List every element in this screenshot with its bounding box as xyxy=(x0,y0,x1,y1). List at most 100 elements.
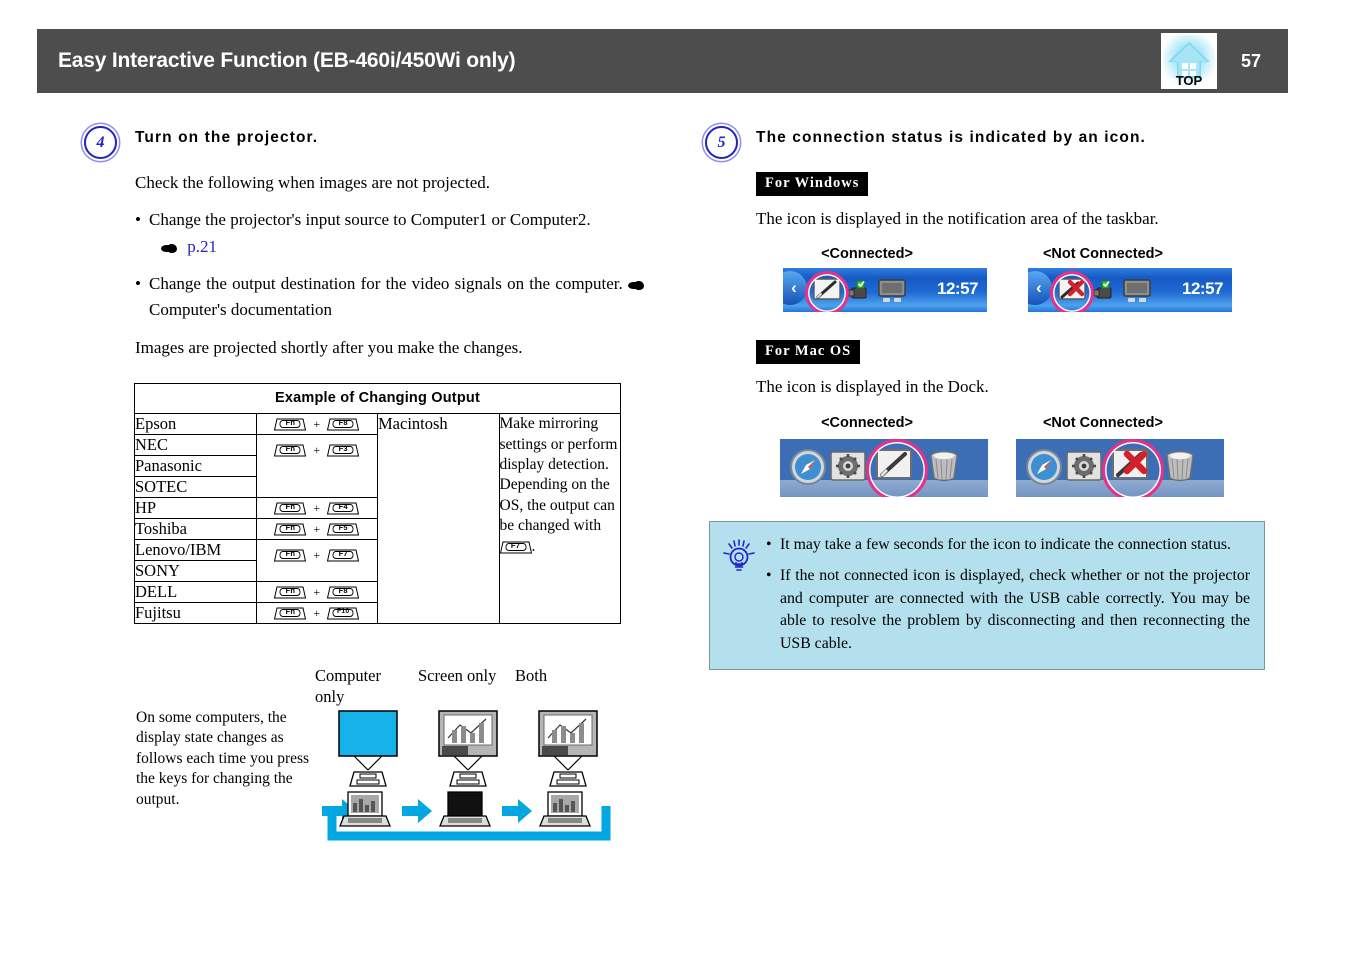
dock-not-connected xyxy=(1016,438,1224,497)
lightbulb-icon xyxy=(723,539,755,571)
keycap-fn: Fn xyxy=(274,522,307,537)
output-change-table: Example of Changing Output Epson Fn + F8… xyxy=(134,383,621,625)
bullet-text: Change the output destination for the vi… xyxy=(149,274,623,294)
diagram-graphic xyxy=(322,710,611,841)
tip-body: • It may take a few seconds for the icon… xyxy=(766,534,1250,655)
caption-not-connected: <Not Connected> xyxy=(1042,414,1164,431)
brand-cell: Panasonic xyxy=(134,455,257,478)
chevron-left-icon[interactable]: ‹ xyxy=(783,271,807,306)
tip-icon-wrap xyxy=(720,534,766,655)
bullet-dot: • xyxy=(135,274,141,294)
trash-icon[interactable] xyxy=(926,447,962,487)
keys-cell: Fn + F5 xyxy=(255,518,378,541)
keycap-fn: Fn xyxy=(274,606,307,621)
top-button[interactable]: TOP xyxy=(1160,33,1217,89)
diagram-note: On some computers, the display state cha… xyxy=(136,709,310,808)
tip-item-text: If the not connected icon is displayed, … xyxy=(780,567,1250,652)
keycap-label: Fn xyxy=(285,502,296,512)
system-preferences-icon[interactable] xyxy=(1064,447,1104,487)
step-4: 4 Turn on the projector. xyxy=(84,125,644,159)
keycap-fn: Fn xyxy=(274,548,307,563)
bullet-text: Change the projector's input source to C… xyxy=(149,210,591,230)
keycap-fn: Fn xyxy=(274,417,307,432)
bullet-dot: • xyxy=(766,567,772,585)
plus-sign: + xyxy=(313,521,321,536)
page-title: Easy Interactive Function (EB-460i/450Wi… xyxy=(58,49,516,72)
keycap-fn: Fn xyxy=(274,585,307,600)
step-5: 5 The connection status is indicated by … xyxy=(705,125,1275,159)
brand-cell: SOTEC xyxy=(134,476,257,499)
diagram-label-screen-only: Screen only xyxy=(418,666,497,685)
display-state-diagram: Computer only Screen only Both On some c… xyxy=(130,660,630,845)
keycap-label: F8 xyxy=(338,418,348,428)
keycap-fkey: F5 xyxy=(327,522,360,537)
brand-cell: Epson xyxy=(134,413,257,436)
highlight-ring xyxy=(1102,438,1164,497)
header-right-group: TOP 57 xyxy=(1160,33,1288,89)
keycap-fkey: F7 xyxy=(327,548,360,563)
brand-cell: SONY xyxy=(134,560,257,583)
os-tag-windows: For Windows xyxy=(756,172,869,196)
keycap-label: F8 xyxy=(338,586,348,596)
keycap-label: F10 xyxy=(336,608,350,616)
page-link[interactable]: p.21 xyxy=(187,237,217,256)
keycap-fkey: F8 xyxy=(327,585,360,600)
brand-cell: Lenovo/IBM xyxy=(134,539,257,562)
brand-cell: Toshiba xyxy=(134,518,257,541)
safari-icon[interactable] xyxy=(788,447,828,487)
pointer-icon xyxy=(628,281,644,291)
caption-not-connected: <Not Connected> xyxy=(1042,246,1164,263)
top-button-label: TOP xyxy=(1175,73,1203,88)
diagram-label-both: Both xyxy=(515,666,548,685)
keys-cell: Fn + F4 xyxy=(255,497,378,520)
state-computer-only xyxy=(338,710,398,827)
bullet-reference: Computer's documentation xyxy=(149,300,332,320)
highlight-ring xyxy=(866,438,928,497)
left-column: 4 Turn on the projector. Check the follo… xyxy=(84,125,644,625)
monitor-icon[interactable] xyxy=(1122,278,1152,304)
keys-cell: Fn + F10 xyxy=(255,602,378,625)
plus-sign: + xyxy=(313,605,321,620)
page-number: 57 xyxy=(1240,50,1261,71)
bullet-dot: • xyxy=(766,536,772,553)
caption-connected: <Connected> xyxy=(821,246,913,263)
page-header: Easy Interactive Function (EB-460i/450Wi… xyxy=(37,29,1288,93)
plus-sign: + xyxy=(313,500,321,515)
windows-taskbar-row: ‹ 12:57 ‹ 12:57 xyxy=(730,268,1275,313)
keycap-fn: Fn xyxy=(274,501,307,516)
macos-dock-row xyxy=(730,438,1275,497)
keycap-fkey: F4 xyxy=(327,501,360,516)
step-number-badge: 5 xyxy=(705,126,738,159)
table-row: Epson Fn + F8 Macintosh Make mirroring s… xyxy=(134,413,621,625)
os-tag-macos: For Mac OS xyxy=(756,340,861,365)
brand-cell: Fujitsu xyxy=(134,602,257,625)
step-number-badge: 4 xyxy=(84,126,117,159)
highlight-ring xyxy=(1050,271,1094,313)
keycap-label: Fn xyxy=(285,607,296,617)
tip-box: • It may take a few seconds for the icon… xyxy=(709,521,1265,671)
taskbar-connected: ‹ 12:57 xyxy=(783,268,987,313)
keycap-label: Fn xyxy=(285,523,296,533)
table-caption-row: Example of Changing Output xyxy=(134,383,621,415)
dock-connected xyxy=(780,438,988,497)
safari-icon[interactable] xyxy=(1024,447,1064,487)
step-closing-text: Images are projected shortly after you m… xyxy=(135,337,523,357)
keycap-label: Fn xyxy=(285,549,296,559)
monitor-icon[interactable] xyxy=(877,278,907,304)
plus-sign: + xyxy=(313,442,321,457)
keycap-fkey: F3 xyxy=(327,443,360,458)
plus-sign: + xyxy=(313,547,321,562)
trash-icon[interactable] xyxy=(1162,447,1198,487)
system-preferences-icon[interactable] xyxy=(828,447,868,487)
taskbar-time: 12:57 xyxy=(937,279,978,299)
tip-item-text: It may take a few seconds for the icon t… xyxy=(780,536,1231,553)
right-column: 5 The connection status is indicated by … xyxy=(705,125,1275,497)
keycap-fkey: F8 xyxy=(327,417,360,432)
plus-sign: + xyxy=(313,584,321,599)
brand-cell: NEC xyxy=(134,434,257,457)
macos-captions-row: <Connected> <Not Connected> xyxy=(756,415,1275,431)
windows-captions-row: <Connected> <Not Connected> xyxy=(756,246,1275,262)
macintosh-cell: Macintosh xyxy=(377,413,500,625)
macintosh-note-cell: Make mirroring settings or perform displ… xyxy=(498,413,621,625)
chevron-left-icon[interactable]: ‹ xyxy=(1028,271,1052,306)
